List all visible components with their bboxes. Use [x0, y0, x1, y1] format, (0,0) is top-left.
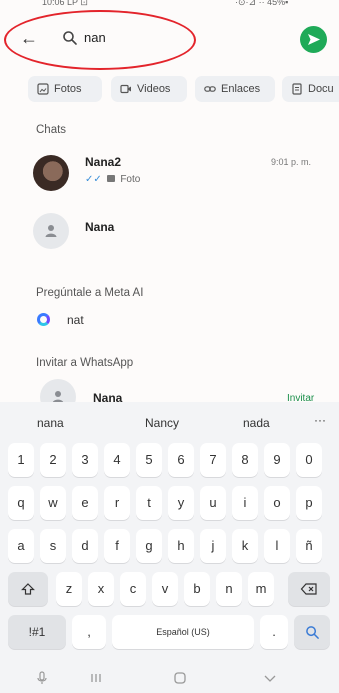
key[interactable]: 8 [232, 443, 258, 477]
arrow-left-icon[interactable]: ← [20, 28, 40, 48]
key[interactable]: 1 [8, 443, 34, 477]
key[interactable]: t [136, 486, 162, 520]
section-heading-meta-ai: Pregúntale a Meta AI [36, 287, 144, 299]
chat-preview-text: Foto [120, 174, 141, 185]
photo-icon [37, 83, 49, 95]
send-button[interactable] [300, 26, 327, 53]
chip-label: Fotos [54, 83, 82, 95]
comma-key[interactable]: , [72, 615, 106, 649]
key[interactable]: x [88, 572, 114, 606]
section-heading-invite: Invitar a WhatsApp [36, 357, 134, 369]
key[interactable]: p [296, 486, 322, 520]
key[interactable]: g [136, 529, 162, 563]
search-key[interactable] [294, 615, 330, 649]
more-icon[interactable]: ··· [314, 413, 326, 427]
key[interactable]: h [168, 529, 194, 563]
search-icon [63, 31, 77, 45]
key[interactable]: 6 [168, 443, 194, 477]
shift-icon [21, 583, 35, 595]
key[interactable]: 4 [104, 443, 130, 477]
avatar [33, 213, 69, 249]
key[interactable]: 5 [136, 443, 162, 477]
key[interactable]: f [104, 529, 130, 563]
key[interactable]: 3 [72, 443, 98, 477]
backspace-key[interactable] [288, 572, 330, 606]
key[interactable]: u [200, 486, 226, 520]
meta-ai-icon [37, 313, 50, 326]
space-key[interactable]: Español (US) [112, 615, 254, 649]
key[interactable]: d [72, 529, 98, 563]
double-check-icon: ✓✓ [85, 174, 102, 185]
system-nav-bar [0, 666, 339, 693]
chat-name: Nana [85, 220, 115, 234]
backspace-icon [300, 583, 317, 595]
key[interactable]: r [104, 486, 130, 520]
chat-preview: ✓✓ Foto [85, 174, 140, 185]
link-icon [204, 86, 216, 92]
recent-apps-icon[interactable] [88, 670, 104, 686]
key[interactable]: w [40, 486, 66, 520]
microphone-icon[interactable] [34, 670, 50, 686]
key[interactable]: v [152, 572, 178, 606]
chip-documentos[interactable]: Docu [282, 76, 339, 102]
key[interactable]: a [8, 529, 34, 563]
key[interactable]: 9 [264, 443, 290, 477]
photo-icon [106, 175, 115, 182]
chip-videos[interactable]: Videos [111, 76, 187, 102]
key[interactable]: y [168, 486, 194, 520]
key[interactable]: z [56, 572, 82, 606]
chip-enlaces[interactable]: Enlaces [195, 76, 275, 102]
key[interactable]: n [216, 572, 242, 606]
symbols-key[interactable]: !#1 [8, 615, 66, 649]
key[interactable]: o [264, 486, 290, 520]
key[interactable]: i [232, 486, 258, 520]
avatar [33, 155, 69, 191]
chat-name: Nana2 [85, 155, 122, 169]
video-icon [120, 84, 131, 94]
status-time: 10:06 LP ⊡ [42, 0, 88, 7]
key[interactable]: j [200, 529, 226, 563]
status-bar: 10:06 LP ⊡ ·⊙·⊿ ·· 45%▪ [0, 0, 339, 12]
key[interactable]: s [40, 529, 66, 563]
suggestion-item[interactable]: nada [243, 416, 270, 430]
key[interactable]: m [248, 572, 274, 606]
key[interactable]: c [120, 572, 146, 606]
key[interactable]: 0 [296, 443, 322, 477]
chip-label: Videos [137, 83, 171, 95]
chip-label: Enlaces [221, 83, 261, 95]
search-icon [305, 626, 319, 639]
key[interactable]: ñ [296, 529, 322, 563]
keyboard: nana Nancy nada ··· 1 2 3 4 5 6 7 8 9 0 … [0, 402, 339, 693]
key[interactable]: e [72, 486, 98, 520]
chip-label: Docu [308, 83, 334, 95]
chip-fotos[interactable]: Fotos [28, 76, 102, 102]
key[interactable]: l [264, 529, 290, 563]
meta-ai-query: nat [67, 313, 84, 327]
key[interactable]: 2 [40, 443, 66, 477]
key[interactable]: k [232, 529, 258, 563]
chevron-down-icon[interactable] [262, 670, 278, 686]
period-key[interactable]: . [260, 615, 288, 649]
search-bar: ← [0, 14, 339, 66]
filter-chips: Fotos Videos Enlaces Docu [0, 76, 339, 102]
document-icon [292, 83, 302, 95]
status-indicators: ·⊙·⊿ ·· 45%▪ [235, 0, 289, 7]
suggestion-bar: nana Nancy nada ··· [0, 402, 339, 444]
search-input[interactable] [84, 30, 244, 45]
chat-time: 9:01 p. m. [271, 157, 312, 167]
suggestion-item[interactable]: Nancy [145, 416, 179, 430]
key[interactable]: b [184, 572, 210, 606]
suggestion-item[interactable]: nana [37, 416, 64, 430]
key[interactable]: q [8, 486, 34, 520]
home-icon[interactable] [172, 670, 188, 686]
section-heading-chats: Chats [36, 124, 67, 136]
key[interactable]: 7 [200, 443, 226, 477]
person-icon [45, 225, 57, 237]
send-icon [308, 34, 320, 45]
shift-key[interactable] [8, 572, 48, 606]
